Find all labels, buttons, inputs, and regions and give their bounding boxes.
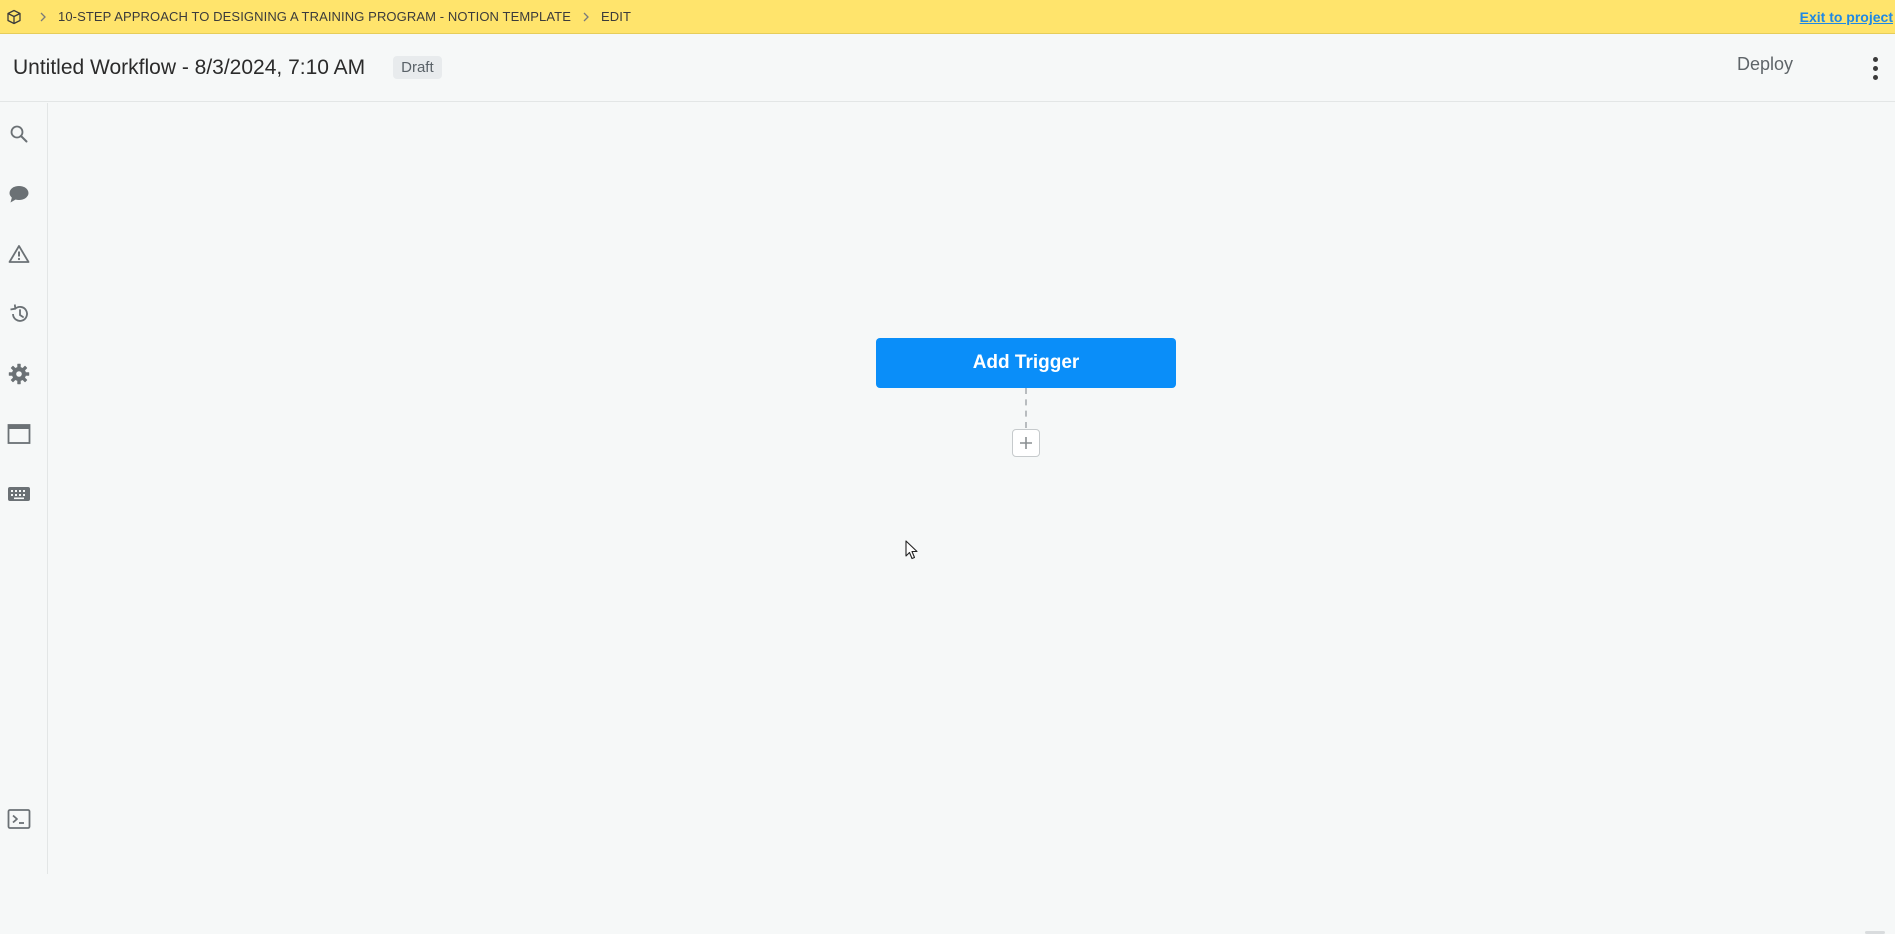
breadcrumb-bar: 10-STEP APPROACH TO DESIGNING A TRAINING…: [0, 0, 1895, 34]
keyboard-icon[interactable]: [6, 481, 32, 507]
exit-to-project-link[interactable]: Exit to project: [1800, 0, 1893, 34]
workflow-canvas[interactable]: Add Trigger: [48, 103, 1895, 934]
chat-icon[interactable]: [6, 181, 32, 207]
page-title[interactable]: Untitled Workflow - 8/3/2024, 7:10 AM: [13, 56, 365, 80]
cube-icon[interactable]: [0, 0, 28, 34]
step-connector: [1025, 388, 1027, 428]
deploy-button[interactable]: Deploy: [1737, 54, 1793, 75]
workflow-header: Untitled Workflow - 8/3/2024, 7:10 AM Dr…: [0, 34, 1895, 102]
breadcrumb-project[interactable]: 10-STEP APPROACH TO DESIGNING A TRAINING…: [58, 9, 571, 24]
warning-icon[interactable]: [6, 241, 32, 267]
add-trigger-button[interactable]: Add Trigger: [876, 338, 1176, 388]
left-sidebar: [0, 103, 48, 874]
status-badge: Draft: [393, 56, 442, 79]
plus-icon: [1020, 437, 1032, 449]
search-icon[interactable]: [6, 121, 32, 147]
add-step-button[interactable]: [1012, 429, 1040, 457]
chevron-right-icon: [571, 0, 601, 34]
more-options-icon[interactable]: [1865, 52, 1885, 84]
breadcrumb-mode: EDIT: [600, 9, 631, 24]
chevron-right-icon: [28, 0, 58, 34]
gear-icon[interactable]: [6, 361, 32, 387]
mouse-cursor-icon: [905, 540, 919, 565]
history-icon[interactable]: [6, 301, 32, 327]
terminal-icon[interactable]: [6, 806, 32, 832]
window-icon[interactable]: [6, 421, 32, 447]
